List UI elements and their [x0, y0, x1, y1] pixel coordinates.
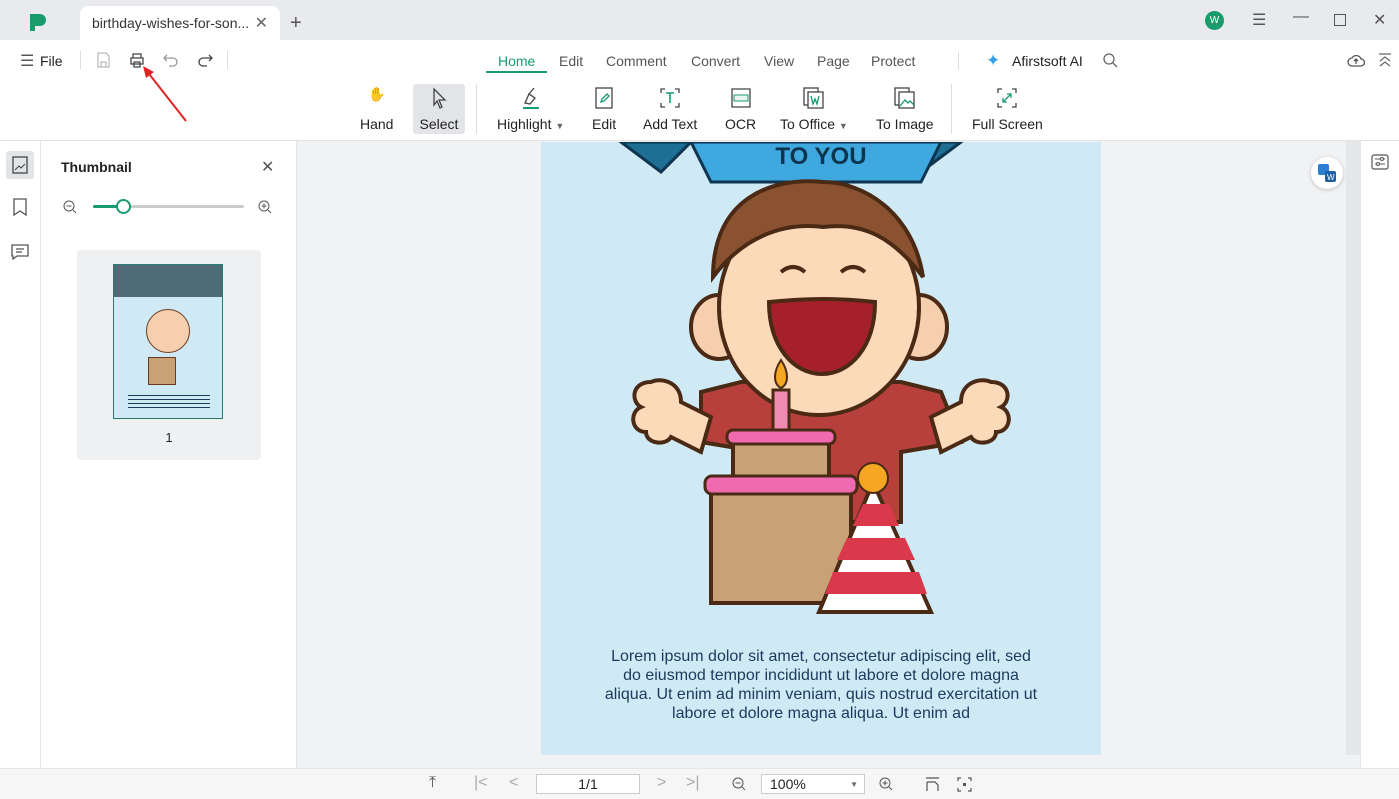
properties-icon[interactable] — [1371, 154, 1389, 170]
zoom-out-button[interactable] — [732, 777, 747, 792]
zoom-in-button[interactable] — [879, 777, 894, 792]
highlighter-icon — [522, 87, 539, 109]
maximize-button[interactable] — [1334, 14, 1346, 26]
thumbnail-panel-title: Thumbnail — [61, 159, 132, 175]
annotation-arrow — [143, 66, 187, 122]
tab-home[interactable]: Home — [498, 53, 535, 69]
app-logo-icon — [30, 14, 46, 31]
tab-view[interactable]: View — [764, 53, 794, 69]
to-image-tool[interactable]: To Image — [870, 84, 940, 134]
hand-tool[interactable]: ✋ Hand — [354, 84, 399, 134]
save-icon[interactable] — [95, 52, 111, 68]
thumbnail-zoom-slider[interactable] — [93, 199, 244, 214]
tab-page[interactable]: Page — [817, 53, 850, 69]
tool-label: To Office ▼ — [780, 116, 848, 132]
hand-icon: ✋ — [368, 86, 386, 102]
first-page-button[interactable]: |< — [474, 774, 488, 792]
cursor-arrow-icon — [433, 87, 447, 109]
zoom-out-icon[interactable] — [63, 200, 77, 214]
tool-label: OCR — [725, 116, 757, 132]
zoom-in-icon[interactable] — [258, 200, 272, 214]
tool-label: Add Text — [643, 116, 698, 132]
page-number-input[interactable]: 1/1 — [536, 774, 640, 794]
translate-button[interactable]: W — [1311, 157, 1343, 189]
document-tab[interactable]: birthday-wishes-for-son... ✕ — [80, 6, 280, 40]
tool-label: Hand — [360, 116, 394, 132]
next-page-button[interactable]: > — [657, 774, 666, 792]
scroll-to-top-button[interactable]: ⤒ — [429, 774, 436, 792]
vertical-scrollbar[interactable] — [1346, 141, 1360, 755]
banner-text: TO YOU — [775, 143, 866, 170]
add-text-icon — [660, 88, 680, 108]
close-panel-button[interactable]: ✕ — [261, 157, 274, 177]
thumbnail-page-number: 1 — [165, 430, 173, 445]
highlight-tool[interactable]: Highlight ▼ — [491, 84, 570, 134]
full-screen-tool[interactable]: Full Screen — [966, 84, 1049, 134]
edit-document-icon — [595, 87, 613, 109]
tool-label: Full Screen — [972, 116, 1043, 132]
tool-label: Edit — [592, 116, 617, 132]
collapse-ribbon-icon[interactable] — [1378, 52, 1392, 68]
menu-icon[interactable]: ☰ — [1252, 10, 1266, 30]
translate-icon: W — [1318, 164, 1336, 182]
comment-icon[interactable] — [11, 244, 29, 260]
tab-title: birthday-wishes-for-son... — [92, 15, 250, 31]
ocr-icon — [730, 88, 751, 108]
tool-label: Select — [419, 116, 459, 132]
select-tool[interactable]: Select — [413, 84, 465, 134]
page-thumbnail[interactable]: 1 — [77, 250, 261, 460]
tab-comment[interactable]: Comment — [606, 53, 667, 69]
chevron-down-icon: ▼ — [850, 779, 858, 789]
zoom-select[interactable]: 100% ▼ — [761, 774, 865, 794]
tab-convert[interactable]: Convert — [691, 53, 740, 69]
redo-icon[interactable] — [197, 52, 213, 68]
search-icon[interactable] — [1103, 53, 1118, 68]
close-tab-icon[interactable]: ✕ — [255, 13, 268, 33]
document-body-text: Lorem ipsum dolor sit amet, consectetur … — [604, 648, 1038, 722]
fit-page-icon[interactable] — [957, 777, 972, 792]
hamburger-icon[interactable]: ☰ — [20, 51, 34, 71]
add-text-tool[interactable]: Add Text — [637, 84, 703, 134]
left-sidebar — [0, 141, 41, 768]
zoom-value: 100% — [770, 776, 806, 792]
thumbnail-panel-button[interactable] — [6, 151, 34, 179]
bookmark-icon[interactable] — [12, 198, 28, 216]
full-screen-icon — [997, 88, 1018, 108]
thumbnail-icon — [12, 156, 28, 174]
close-window-button[interactable]: ✕ — [1373, 10, 1386, 30]
ai-sparkle-icon: ✦ — [986, 51, 1001, 70]
image-document-icon — [894, 87, 915, 109]
ocr-tool[interactable]: OCR — [719, 84, 762, 134]
last-page-button[interactable]: >| — [686, 774, 700, 792]
new-tab-button[interactable]: + — [290, 12, 302, 35]
right-sidebar — [1360, 141, 1399, 768]
edit-tool[interactable]: Edit — [586, 84, 622, 134]
thumbnail-image — [113, 264, 223, 419]
tool-label: To Image — [876, 116, 934, 132]
ai-assistant-button[interactable]: Afirstsoft AI — [1012, 53, 1083, 69]
previous-page-button[interactable]: < — [509, 774, 518, 792]
to-office-tool[interactable]: To Office ▼ — [774, 84, 854, 134]
tab-edit[interactable]: Edit — [559, 53, 583, 69]
file-menu-button[interactable]: File — [40, 53, 63, 69]
pdf-page: TO YOU Lorem ipsum dolor sit amet, conse… — [541, 142, 1101, 755]
minimize-button[interactable]: — — [1293, 8, 1309, 26]
cloud-upload-icon[interactable] — [1347, 52, 1365, 68]
tab-protect[interactable]: Protect — [871, 53, 915, 69]
avatar[interactable]: W — [1205, 11, 1224, 30]
fit-width-icon[interactable] — [925, 777, 940, 792]
tool-label: Highlight ▼ — [497, 116, 565, 132]
word-document-icon — [803, 87, 824, 109]
status-bar — [0, 768, 1399, 799]
svg-text:W: W — [1327, 173, 1335, 182]
